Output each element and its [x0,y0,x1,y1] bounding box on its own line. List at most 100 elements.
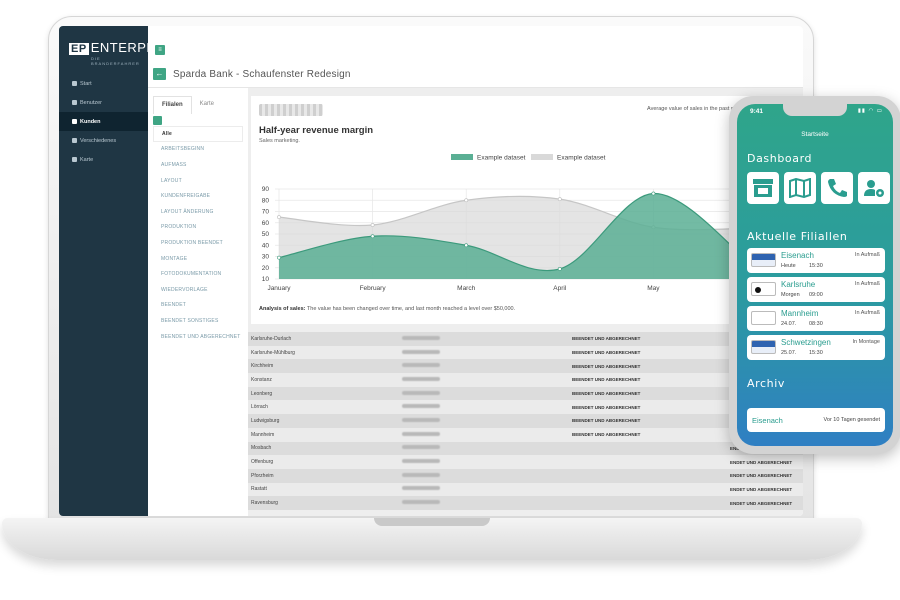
branch-city: Ravensburg [251,500,278,507]
card-state: In Montage [852,339,880,345]
table-row[interactable]: Ravensburg ENDET UND ABGERECHNET [248,496,803,510]
table-row[interactable]: Lörrach BEENDET UND ABGERECHNET [248,400,803,415]
phone-notch [783,104,847,116]
filter-item[interactable]: Kundenfreigabe [153,188,243,204]
chart-footer-text: The value has been changed over time, an… [305,306,516,312]
sidebar-nav: Start Benutzer Kunden Verschiedenes Kart… [59,74,148,169]
table-row[interactable]: Rastatt ENDET UND ABGERECHNET [248,482,803,497]
archive-heading: Archiv [747,377,785,390]
sidebar: EP ENTERPRINT DIE BRANDERFAHRER Start Ben… [59,26,178,516]
card-name: Schwetzingen [781,338,831,347]
sidebar-item-label: Benutzer [80,99,103,106]
sidebar-item-karte[interactable]: Karte [59,150,148,169]
sidebar-item-start[interactable]: Start [59,74,148,93]
phone-screen: 9:41 ▮▮ ◠ ▭ Startseite Dashboard Aktuell… [737,104,893,446]
filter-item[interactable]: Beendet und abgerechnet [153,329,243,345]
logo-tagline: DIE BRANDERFAHRER [91,56,140,66]
app-logo[interactable]: EP ENTERPRINT DIE BRANDERFAHRER [59,26,178,66]
table-row[interactable]: Kirchheim BEENDET UND ABGERECHNET [248,359,803,374]
chart-footer: Analysis of sales: The value has been ch… [259,306,515,312]
map-tile[interactable] [784,172,816,204]
sidebar-item-kunden[interactable]: Kunden [59,112,148,131]
table-row[interactable]: Karlsruhe-Durlach BEENDET UND ABGERECHNET [248,332,803,346]
dashboard-tiles [747,172,890,204]
phone-title: Startseite [801,131,829,138]
legend-label: Example dataset [557,155,606,162]
revenue-area-chart: 10 20 30 40 50 60 70 80 90 January February March Ap… [262,154,803,292]
filter-item[interactable]: Fotodokumentation [153,266,243,282]
filter-item[interactable]: Beendet [153,298,243,314]
misc-icon [72,138,77,143]
branch-city: Mannheim [251,431,275,438]
chart-title: Half-year revenue margin [259,125,374,136]
card-day: 24.07. [781,321,797,327]
blurred-cell [402,417,572,424]
blurred-cell [402,445,572,451]
card-time: 08:30 [809,321,823,327]
card-state: In Aufmaß [854,310,880,316]
main-area: ≡ ← Sparda Bank - Schaufenster Redesign … [148,26,803,516]
filter-item[interactable]: Wiedervorlage [153,282,243,298]
blurred-cell [402,459,572,465]
sidebar-item-benutzer[interactable]: Benutzer [59,93,148,112]
table-row[interactable]: Karlsruhe-Mühlburg BEENDET UND ABGERECHNE… [248,345,803,360]
filter-item[interactable]: Produktion [153,220,243,236]
branch-city: Konstanz [251,376,272,383]
branch-city: Karlsruhe-Mühlburg [251,349,295,356]
branch-card[interactable]: Schwetzingen 25.07. 15:30 In Montage [747,335,885,360]
filter-item[interactable]: Arbeitsbeginn [153,142,243,158]
filter-item[interactable]: Produktion beendet [153,235,243,251]
settings-tile[interactable] [858,172,890,204]
filter-item[interactable]: Aufmass [153,157,243,173]
table-row[interactable]: Mannheim BEENDET UND ABGERECHNET [248,427,803,442]
filter-item[interactable]: Alle [153,126,243,142]
table-row[interactable]: Leonberg BEENDET UND ABGERECHNET [248,386,803,401]
table-row[interactable]: Pforzheim ENDET UND ABGERECHNET [248,468,803,483]
filter-item[interactable]: Layout [153,173,243,189]
status-time: 9:41 [750,108,764,115]
sidebar-item-verschiedenes[interactable]: Verschiedenes [59,131,148,150]
branch-card[interactable]: Eisenach Heute 15:30 In Aufmaß [747,248,885,273]
blurred-cell [402,500,572,506]
table-row[interactable]: Ludwigsburg BEENDET UND ABGERECHNET [248,414,803,428]
phone-tile[interactable] [821,172,853,204]
card-time: 09:00 [809,292,823,298]
tab-filialen[interactable]: Filialen [153,96,192,114]
back-button[interactable]: ← [153,68,166,80]
blurred-cell [402,349,572,356]
branch-card[interactable]: Mannheim 24.07. 08:30 In Aufmaß [747,306,885,331]
branch-city: Kirchheim [251,363,274,370]
filter-item[interactable]: Layout Änderung [153,204,243,220]
blurred-cell [402,431,572,438]
filter-item[interactable]: Beendet sonstiges [153,313,243,329]
signature-logo-thumbnail [751,311,776,325]
blurred-cell [402,363,572,369]
table-row[interactable]: MosbachENDET UND ABGERECHNET [248,441,803,456]
card-name: Eisenach [781,251,814,260]
user-settings-icon [864,180,884,197]
chart-footer-label: Analysis of sales: [259,306,306,312]
card-state: In Aufmaß [854,252,880,258]
topbar: ≡ [148,26,803,62]
x-tick-label: March [457,285,475,292]
branch-logo-thumbnail [751,282,776,296]
tab-karte[interactable]: Karte [192,96,222,114]
table-row[interactable]: Konstanz BEENDET UND ABGERECHNET [248,373,803,387]
filter-item[interactable]: Montage [153,251,243,267]
menu-toggle-button[interactable]: ≡ [155,45,165,55]
store-tile[interactable] [747,172,779,204]
chart-card: Average value of sales in the past month… [251,96,803,324]
archive-card[interactable]: Eisenach Vor 10 Tagen gesendet [747,408,885,432]
phone-icon [828,179,847,197]
sidebar-item-label: Karte [80,156,94,163]
edit-filter-button[interactable] [153,116,162,125]
data-point [464,198,469,203]
branch-card[interactable]: Karlsruhe Morgen 09:00 In Aufmaß [747,277,885,302]
table-row[interactable]: Offenburg ENDET UND ABGERECHNET [248,455,803,469]
arrow-left-icon: ← [155,69,164,78]
card-time: 15:30 [809,263,823,269]
branch-city: Karlsruhe-Durlach [251,335,292,342]
branch-status: ENDET UND ABGERECHNET [730,459,793,465]
legend-label: Example dataset [477,155,526,162]
customers-icon [72,119,77,124]
